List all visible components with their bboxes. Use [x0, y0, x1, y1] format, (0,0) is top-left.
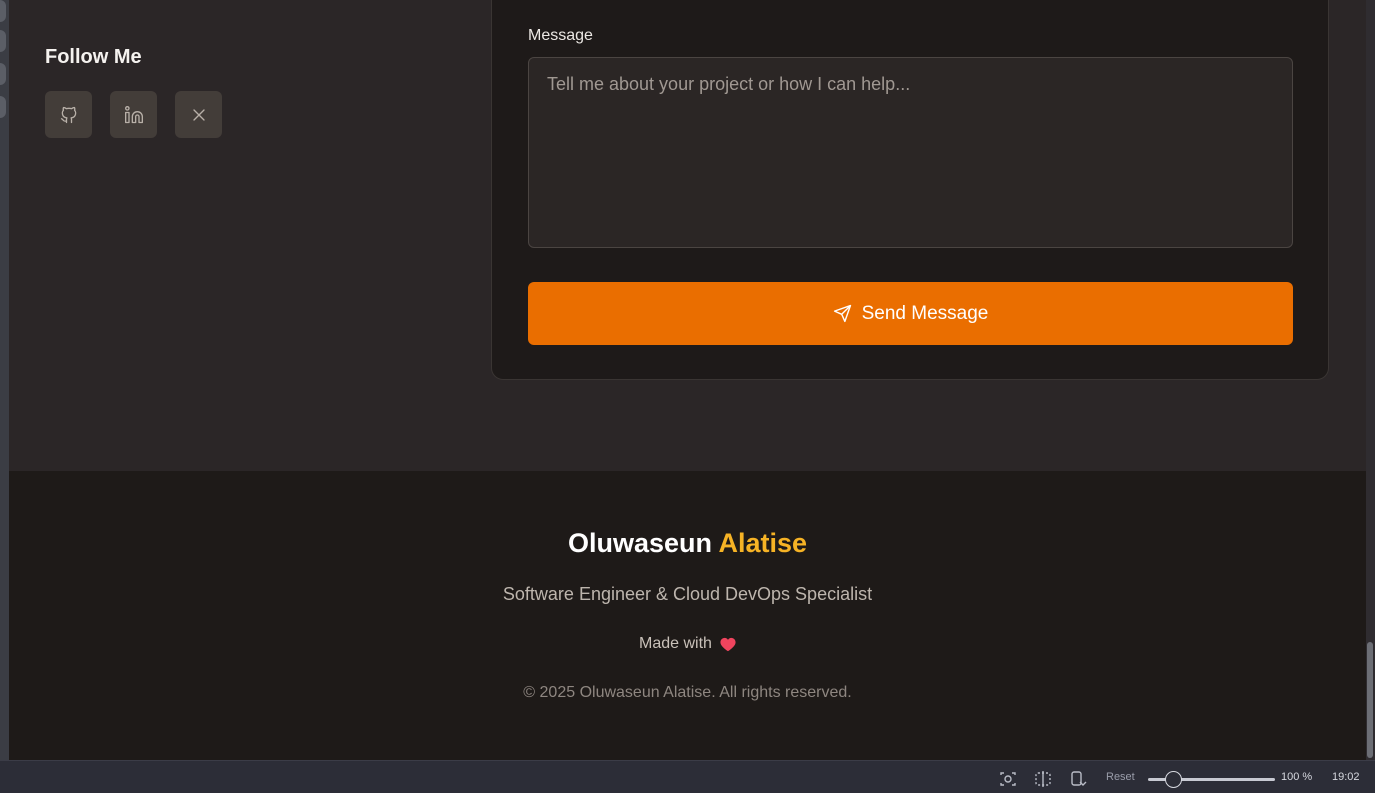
zoom-slider-knob[interactable] — [1164, 771, 1182, 788]
linkedin-icon — [124, 105, 143, 123]
message-textarea[interactable] — [528, 57, 1293, 248]
footer-made-with: Made with — [9, 635, 1366, 653]
contact-form-card: Message Send Message — [491, 0, 1329, 380]
split-view-icon[interactable] — [1034, 770, 1052, 788]
footer-tagline: Software Engineer & Cloud DevOps Special… — [502, 584, 873, 604]
site-footer: Oluwaseun Alatise Software Engineer & Cl… — [9, 471, 1366, 760]
x-button[interactable] — [175, 91, 222, 138]
edge-handle[interactable] — [0, 96, 6, 118]
left-window-edge — [0, 0, 9, 760]
made-with-text: Made with — [639, 635, 712, 652]
edge-handle[interactable] — [0, 30, 6, 52]
github-button[interactable] — [45, 91, 92, 138]
follow-me-heading: Follow Me — [45, 46, 142, 68]
taskbar: Reset 100 % 19:02 — [0, 760, 1375, 793]
edge-handle[interactable] — [0, 63, 6, 85]
send-icon — [833, 304, 851, 323]
github-icon — [60, 106, 76, 123]
edge-handle[interactable] — [0, 0, 6, 22]
contact-page: Follow Me Message Send Message Oluwas — [9, 0, 1366, 760]
footer-copyright: © 2025 Oluwaseun Alatise. All rights res… — [523, 684, 852, 701]
scrollbar-thumb[interactable] — [1367, 642, 1373, 758]
heart-icon — [720, 637, 736, 651]
page-scrollbar[interactable] — [1366, 0, 1375, 760]
linkedin-button[interactable] — [110, 91, 157, 138]
send-message-button[interactable]: Send Message — [528, 282, 1293, 345]
zoom-level: 100 % — [1281, 771, 1313, 783]
message-label: Message — [528, 27, 593, 44]
device-sync-icon[interactable] — [1069, 770, 1087, 788]
send-message-label: Send Message — [861, 302, 989, 324]
clock: 19:02 — [1332, 771, 1360, 783]
x-icon — [192, 108, 205, 121]
screenshot-icon[interactable] — [999, 770, 1017, 788]
zoom-reset-button[interactable]: Reset — [1106, 771, 1135, 783]
footer-name-last: Alatise — [718, 528, 808, 558]
footer-name-first: Oluwaseun — [567, 528, 712, 558]
footer-name: Oluwaseun Alatise — [9, 528, 1366, 559]
